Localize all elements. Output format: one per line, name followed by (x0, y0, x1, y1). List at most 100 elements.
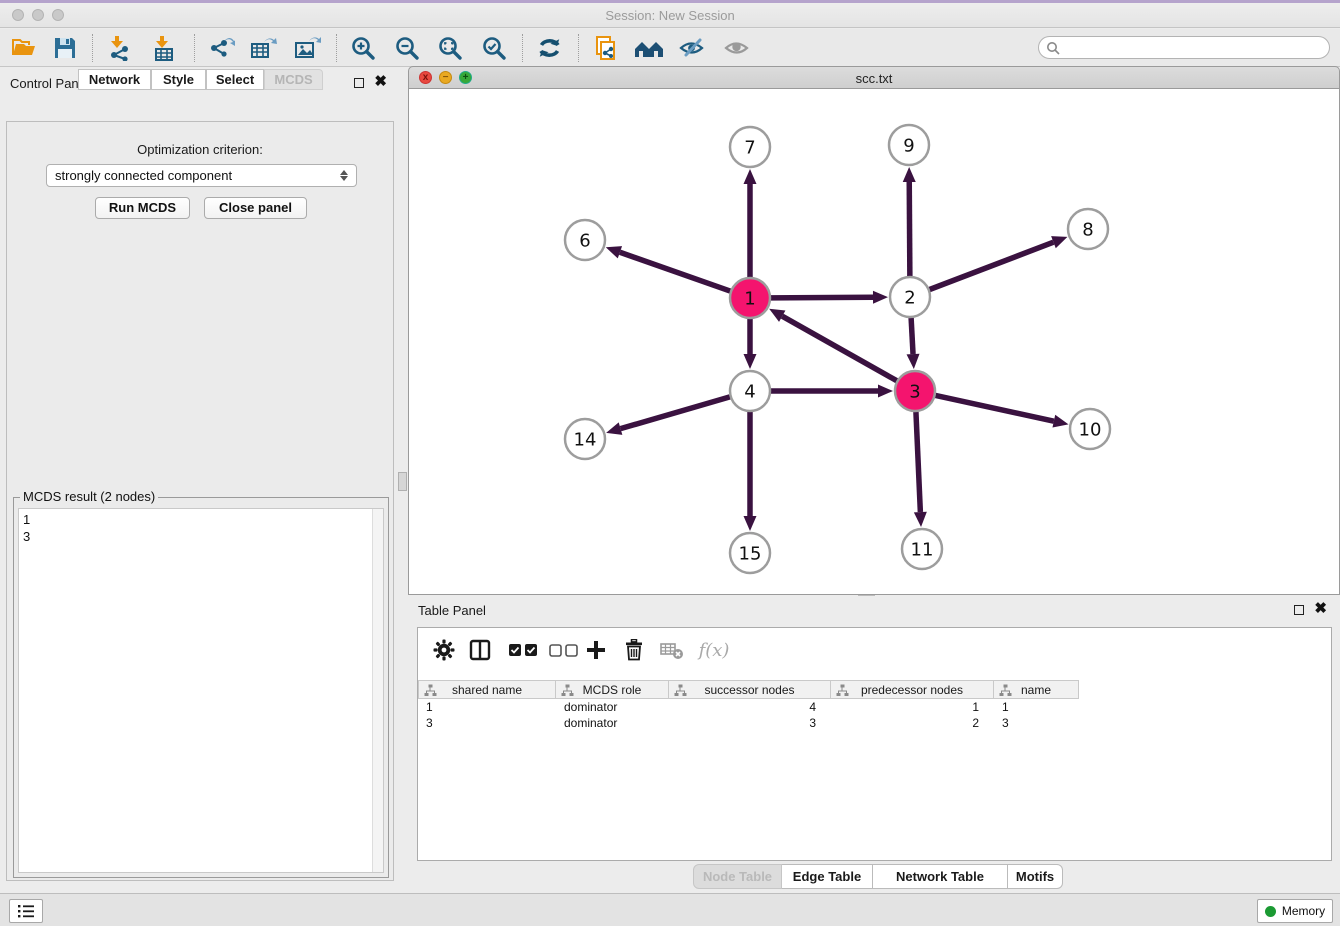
tab-network[interactable]: Network (78, 69, 151, 90)
tab-select[interactable]: Select (206, 69, 264, 90)
criterion-select[interactable]: strongly connected component (46, 164, 357, 187)
table-cell[interactable]: 1 (418, 699, 556, 715)
toolbar-separator (578, 34, 579, 62)
export-network-icon[interactable] (204, 34, 238, 62)
show-hidden-icon[interactable] (720, 34, 754, 62)
import-network-icon[interactable] (102, 34, 136, 62)
apply-layout-icon[interactable] (533, 34, 567, 62)
export-table-icon[interactable] (246, 34, 280, 62)
select-all-checkbox-icon[interactable] (506, 636, 542, 664)
table-cell[interactable]: dominator (556, 699, 669, 715)
table-cell[interactable]: 2 (831, 715, 994, 731)
mcds-panel-body: Optimization criterion: strongly connect… (6, 121, 394, 881)
arrowhead-icon (907, 354, 920, 369)
table-cell[interactable]: 1 (831, 699, 994, 715)
column-header-successor-nodes[interactable]: successor nodes (669, 680, 831, 699)
edge-2-3[interactable] (911, 318, 913, 354)
table-settings-icon[interactable] (430, 636, 458, 664)
toolbar-separator (194, 34, 195, 62)
show-columns-icon[interactable] (466, 636, 494, 664)
edge-1-2[interactable] (771, 297, 873, 298)
table-tabs-row: Node TableEdge TableNetwork TableMotifs (408, 864, 1340, 890)
edge-3-11[interactable] (916, 412, 920, 512)
arrowhead-icon (914, 512, 927, 527)
edge-3-10[interactable] (936, 395, 1054, 421)
tab-mcds[interactable]: MCDS (264, 69, 323, 90)
main-titlebar: Session: New Session (0, 3, 1340, 28)
network-window-title: scc.txt (409, 71, 1339, 86)
table-cell[interactable]: 3 (418, 715, 556, 731)
column-header-MCDS-role[interactable]: MCDS role (556, 680, 669, 699)
search-input[interactable] (1064, 41, 1329, 55)
arrowhead-icon (606, 246, 622, 258)
main-toolbar (0, 29, 1340, 67)
tab-style[interactable]: Style (151, 69, 206, 90)
search-field[interactable] (1038, 36, 1330, 59)
delete-table-icon[interactable] (658, 636, 686, 664)
save-session-icon[interactable] (48, 34, 82, 62)
close-panel-icon[interactable]: ✖ (374, 77, 387, 87)
table-cell[interactable]: dominator (556, 715, 669, 731)
zoom-in-icon[interactable] (346, 34, 380, 62)
column-header-shared-name[interactable]: shared name (418, 680, 556, 699)
export-image-icon[interactable] (290, 34, 324, 62)
vertical-splitter-grip[interactable] (398, 472, 407, 491)
tab-network-table[interactable]: Network Table (873, 864, 1008, 889)
arrowhead-icon (1051, 236, 1067, 248)
network-overview-icon[interactable] (632, 34, 666, 62)
arrowhead-icon (903, 167, 916, 182)
arrowhead-icon (1052, 415, 1068, 428)
table-cell[interactable]: 4 (669, 699, 831, 715)
delete-column-icon[interactable] (620, 636, 648, 664)
network-window-titlebar[interactable]: x − + scc.txt (408, 66, 1340, 89)
graph-node-label: 2 (904, 288, 915, 309)
table-cell[interactable]: 1 (994, 699, 1079, 715)
edge-1-6[interactable] (620, 252, 730, 291)
table-cell[interactable]: 3 (669, 715, 831, 731)
toolbar-separator (522, 34, 523, 62)
graph-node-label: 7 (744, 138, 755, 159)
tab-edge-table[interactable]: Edge Table (782, 864, 873, 889)
close-panel-button[interactable]: Close panel (204, 197, 307, 219)
arrowhead-icon (744, 169, 757, 184)
mcds-result-area[interactable]: 1 3 (18, 508, 384, 873)
deselect-all-checkbox-icon[interactable] (546, 636, 582, 664)
table-cell[interactable]: 3 (994, 715, 1079, 731)
select-stepper-icon (340, 170, 348, 181)
mcds-result-text: 1 3 (19, 509, 383, 547)
column-header-name[interactable]: name (994, 680, 1079, 699)
edge-2-9[interactable] (909, 182, 910, 276)
float-panel-icon[interactable] (354, 78, 364, 88)
arrowhead-icon (873, 291, 888, 304)
duplicate-network-icon[interactable] (589, 34, 623, 62)
memory-button[interactable]: Memory (1257, 899, 1333, 923)
tab-mcds-label: MCDS (274, 72, 312, 87)
table-float-icon[interactable] (1294, 605, 1304, 615)
column-header-predecessor-nodes[interactable]: predecessor nodes (831, 680, 994, 699)
mcds-result-group: MCDS result (2 nodes) 1 3 (13, 497, 389, 878)
edge-4-14[interactable] (621, 397, 730, 429)
zoom-fit-icon[interactable] (433, 34, 467, 62)
function-builder-icon[interactable]: f(x) (694, 636, 734, 664)
result-scrollbar[interactable] (372, 509, 383, 872)
run-mcds-button[interactable]: Run MCDS (95, 197, 190, 219)
zoom-out-icon[interactable] (390, 34, 424, 62)
task-history-button[interactable] (9, 899, 43, 923)
table-close-icon[interactable]: ✖ (1314, 604, 1327, 614)
criterion-value: strongly connected component (55, 168, 232, 183)
add-column-icon[interactable] (582, 636, 610, 664)
hide-selected-icon[interactable] (676, 34, 710, 62)
open-file-icon[interactable] (8, 34, 42, 62)
network-graph: 7968124314101511 (409, 89, 1339, 593)
import-table-icon[interactable] (147, 34, 181, 62)
tab-node-table[interactable]: Node Table (693, 864, 782, 889)
zoom-selected-icon[interactable] (477, 34, 511, 62)
arrowhead-icon (744, 354, 757, 369)
memory-label: Memory (1282, 904, 1325, 918)
control-panel-title: Control Panel (10, 76, 89, 91)
tab-motifs[interactable]: Motifs (1008, 864, 1063, 889)
edge-2-8[interactable] (930, 242, 1054, 289)
table-toolbar: f(x) (418, 628, 1331, 672)
network-canvas[interactable]: 7968124314101511 (408, 89, 1340, 595)
edge-3-1[interactable] (782, 316, 896, 381)
